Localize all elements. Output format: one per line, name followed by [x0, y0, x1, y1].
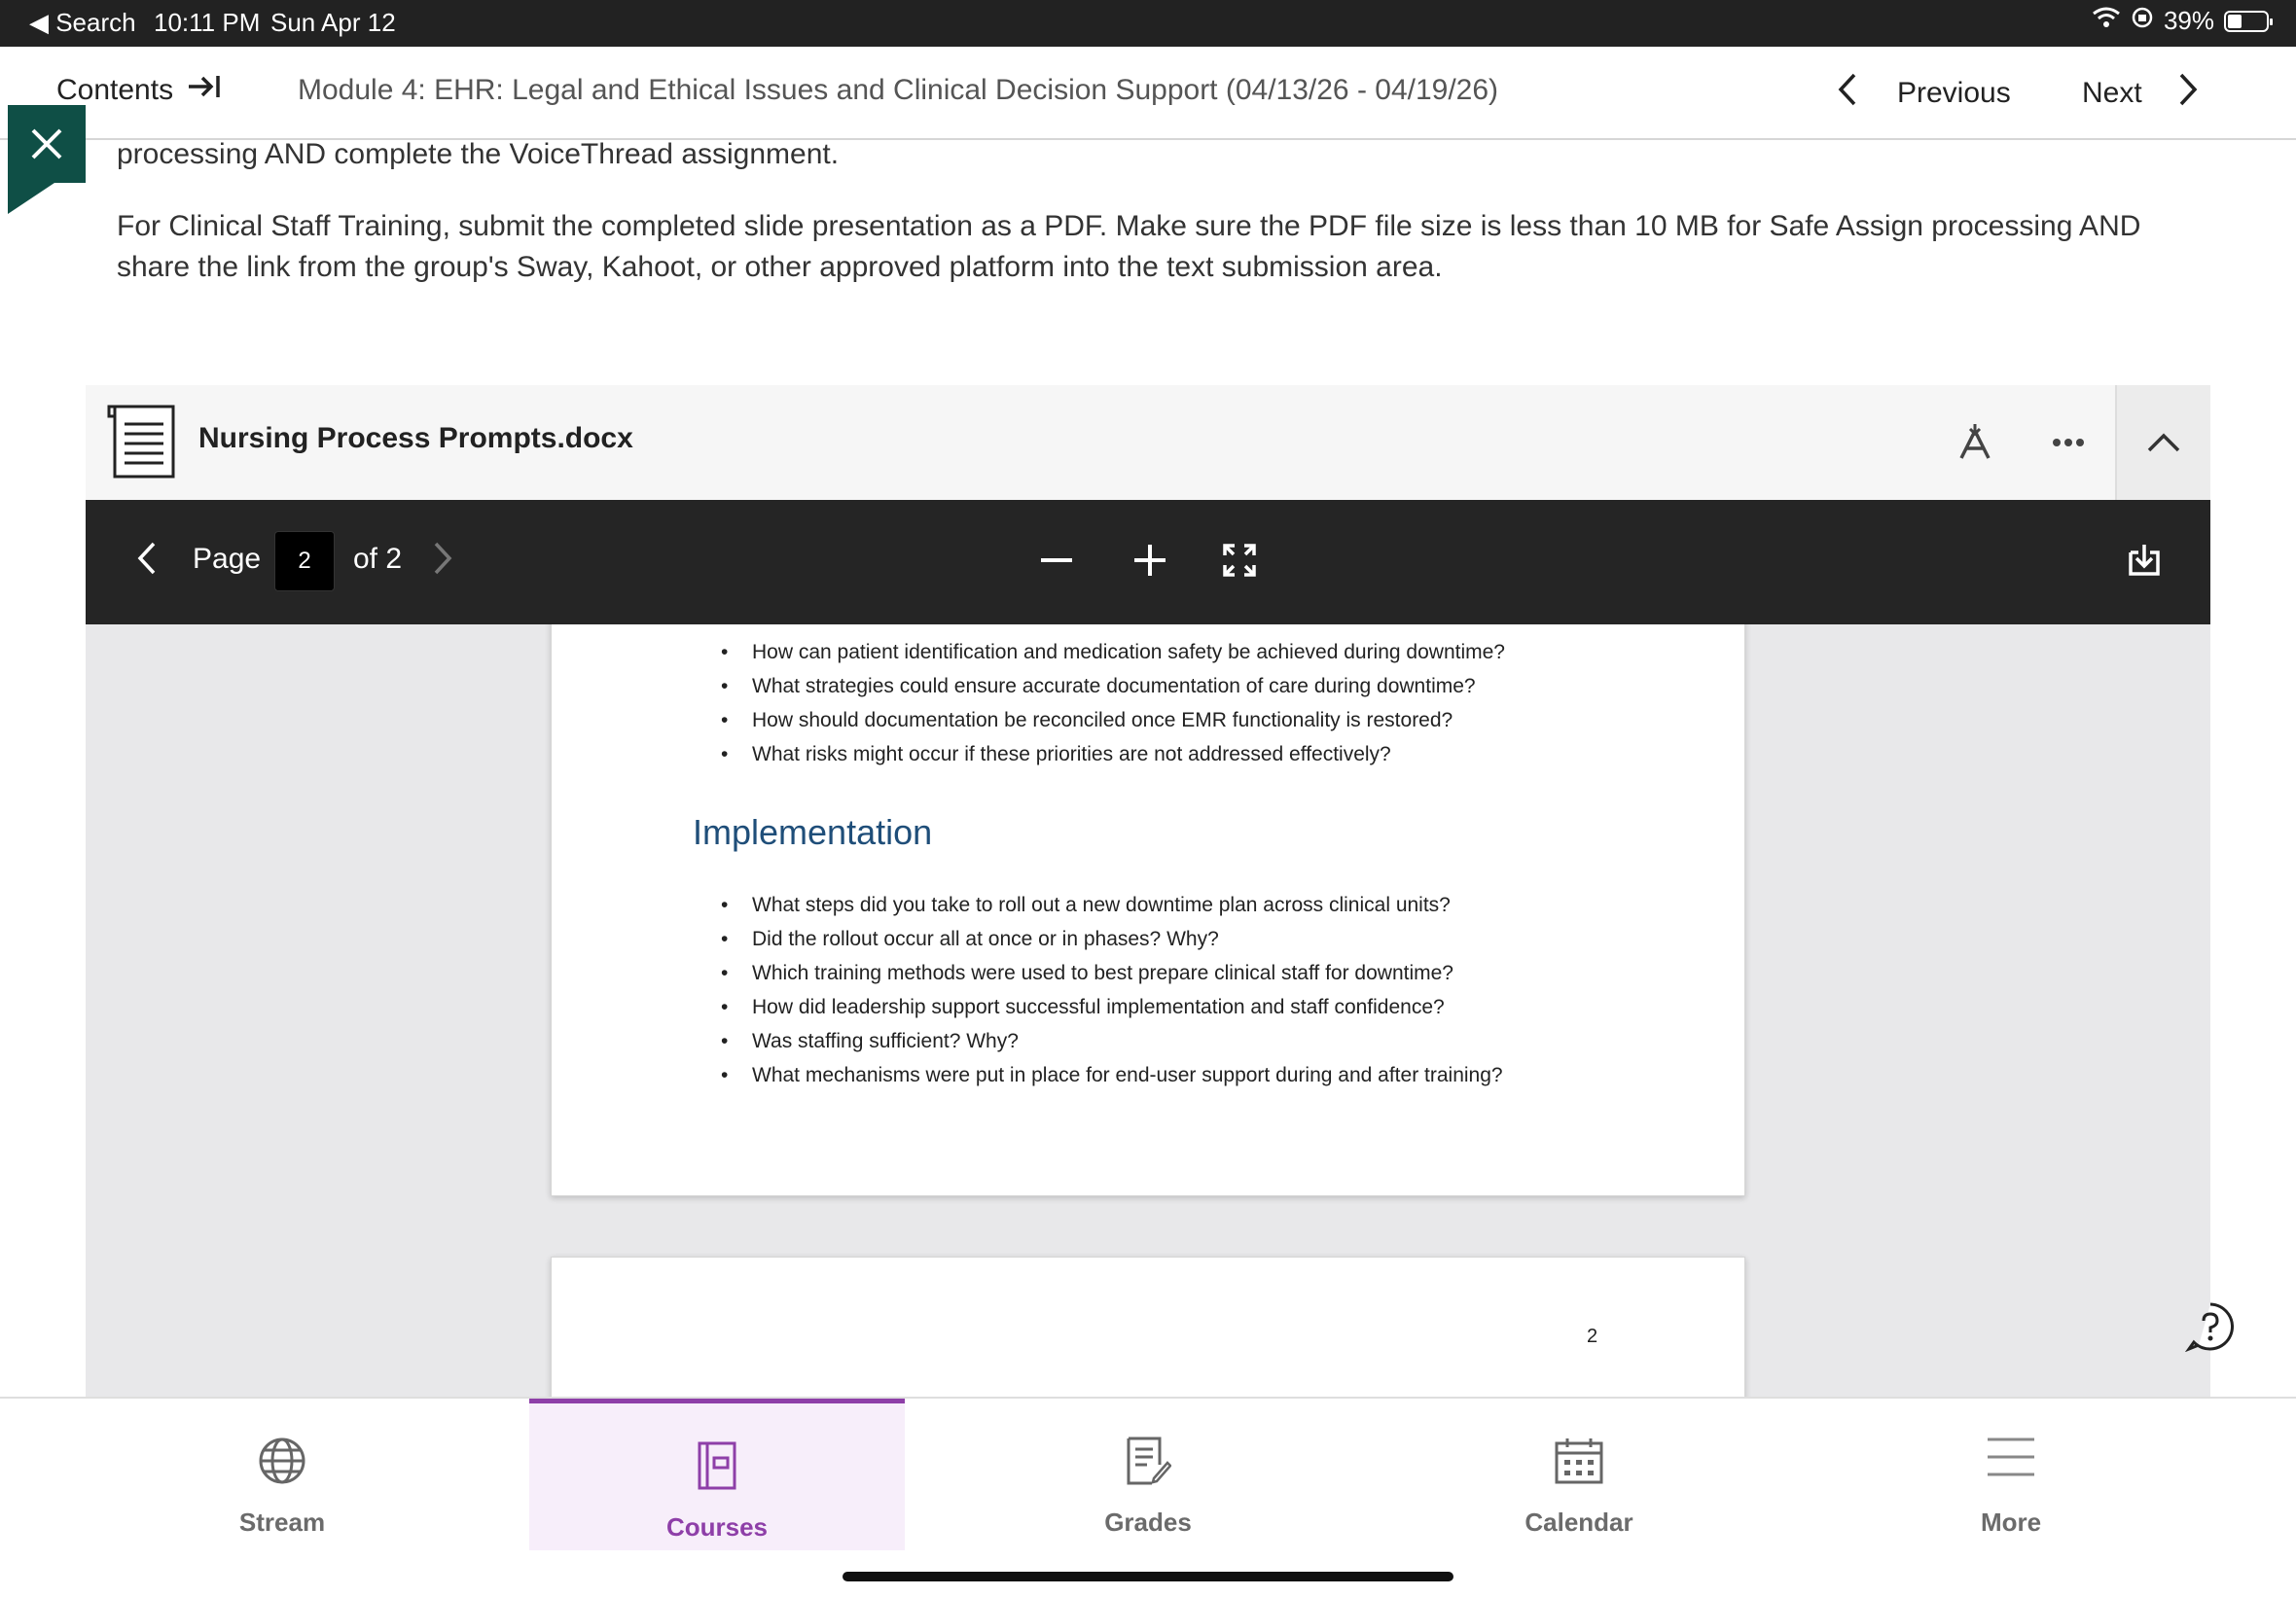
next-label: Next	[2082, 77, 2142, 109]
bullet-list: How can patient identification and medic…	[698, 635, 1505, 771]
orientation-lock-icon	[2131, 6, 2154, 36]
chevron-right-icon	[434, 542, 452, 575]
document-page: How can patient identification and medic…	[551, 624, 1745, 1196]
status-right: 39%	[2092, 6, 2273, 36]
close-icon	[31, 128, 62, 160]
document-viewer[interactable]: How can patient identification and medic…	[86, 624, 2210, 1397]
list-item: Was staffing sufficient? Why?	[698, 1024, 1503, 1058]
list-item: What strategies could ensure accurate do…	[698, 669, 1505, 703]
previous-button[interactable]: Previous	[1837, 72, 2011, 115]
expand-icon	[1223, 544, 1256, 577]
chevron-left-icon	[1837, 72, 1858, 115]
bullet-list-implementation: What steps did you take to roll out a ne…	[698, 888, 1503, 1092]
tab-grades[interactable]: Grades	[960, 1399, 1336, 1550]
viewer-toolbar: Page 2 of 2	[86, 500, 2210, 624]
minus-icon	[1041, 558, 1072, 562]
alternative-formats-icon	[1959, 424, 1991, 459]
page-number: 2	[1587, 1326, 1598, 1347]
zoom-out-button[interactable]	[1039, 543, 1074, 583]
home-indicator[interactable]	[843, 1572, 1453, 1581]
next-button[interactable]: Next	[2082, 72, 2199, 115]
list-item: How should documentation be reconciled o…	[698, 703, 1505, 737]
page-label: Page	[193, 543, 262, 575]
download-icon	[2129, 545, 2160, 576]
download-button[interactable]	[2127, 543, 2162, 583]
section-heading: Implementation	[693, 812, 933, 852]
help-button[interactable]	[2184, 1301, 2236, 1357]
tab-label: Courses	[665, 1512, 769, 1542]
list-item: How can patient identification and medic…	[698, 635, 1505, 669]
previous-page-button[interactable]	[136, 541, 158, 581]
list-item: How did leadership support successful im…	[698, 990, 1503, 1024]
document-page-footer: 2	[551, 1257, 1745, 1397]
module-title: Module 4: EHR: Legal and Ethical Issues …	[298, 74, 1499, 106]
chevron-right-icon	[2177, 72, 2199, 115]
help-icon	[2184, 1302, 2235, 1353]
plus-icon	[1134, 545, 1166, 576]
list-item: What steps did you take to roll out a ne…	[698, 888, 1503, 922]
back-to-search-link[interactable]: ◀ Search	[29, 8, 136, 38]
wifi-icon	[2092, 6, 2121, 36]
tab-courses[interactable]: Courses	[529, 1399, 905, 1550]
bottom-tab-bar: Stream Courses Grades Calendar More	[0, 1397, 2296, 1597]
status-time: 10:11 PM	[154, 8, 261, 37]
tab-calendar[interactable]: Calendar	[1391, 1399, 1767, 1550]
chevron-up-icon	[2147, 433, 2180, 452]
tab-label: Stream	[238, 1508, 326, 1537]
contents-label: Contents	[56, 74, 174, 106]
menu-icon	[1823, 1436, 2199, 1478]
document-filename: Nursing Process Prompts.docx	[198, 422, 633, 454]
status-date: Sun Apr 12	[270, 8, 396, 37]
fit-to-screen-button[interactable]	[1222, 543, 1257, 583]
collapse-document-button[interactable]	[2115, 385, 2210, 500]
status-bar: ◀ Search 10:11 PM Sun Apr 12 39%	[0, 0, 2296, 47]
zoom-in-button[interactable]	[1132, 543, 1167, 583]
list-item: Did the rollout occur all at once or in …	[698, 922, 1503, 956]
tab-label: Grades	[1104, 1508, 1192, 1537]
tab-label: More	[1980, 1508, 2042, 1537]
more-options-button[interactable]	[2022, 438, 2115, 447]
list-item: What mechanisms were put in place for en…	[698, 1058, 1503, 1092]
battery-icon	[2224, 10, 2273, 32]
document-icon	[105, 403, 181, 485]
page-number-input[interactable]: 2	[274, 531, 335, 591]
calendar-icon	[1391, 1436, 1767, 1486]
tab-label: Calendar	[1525, 1508, 1633, 1537]
more-dots-icon	[2053, 439, 2084, 446]
arrow-to-right-icon	[187, 72, 222, 109]
chevron-left-icon	[137, 542, 156, 575]
list-item: Which training methods were used to best…	[698, 956, 1503, 990]
next-page-button[interactable]	[432, 541, 453, 581]
previous-label: Previous	[1897, 77, 2011, 109]
grades-icon	[960, 1436, 1336, 1486]
document-actions	[1928, 385, 2210, 500]
instruction-paragraph: For Clinical Staff Training, submit the …	[117, 210, 2141, 283]
document-header: Nursing Process Prompts.docx	[86, 385, 2210, 501]
list-item: What risks might occur if these prioriti…	[698, 737, 1505, 771]
battery-percent: 39%	[2163, 6, 2214, 35]
close-panel-button[interactable]	[8, 105, 86, 214]
globe-icon	[94, 1436, 470, 1486]
tab-stream[interactable]: Stream	[94, 1399, 470, 1550]
contents-button[interactable]: Contents	[56, 72, 222, 109]
instruction-line: processing AND complete the VoiceThread …	[117, 138, 840, 170]
tab-more[interactable]: More	[1823, 1399, 2199, 1550]
page-count: of 2	[353, 543, 403, 575]
courses-icon	[529, 1440, 905, 1491]
top-navigation: Contents Module 4: EHR: Legal and Ethica…	[0, 47, 2296, 140]
accessibility-download-button[interactable]	[1928, 423, 2022, 462]
